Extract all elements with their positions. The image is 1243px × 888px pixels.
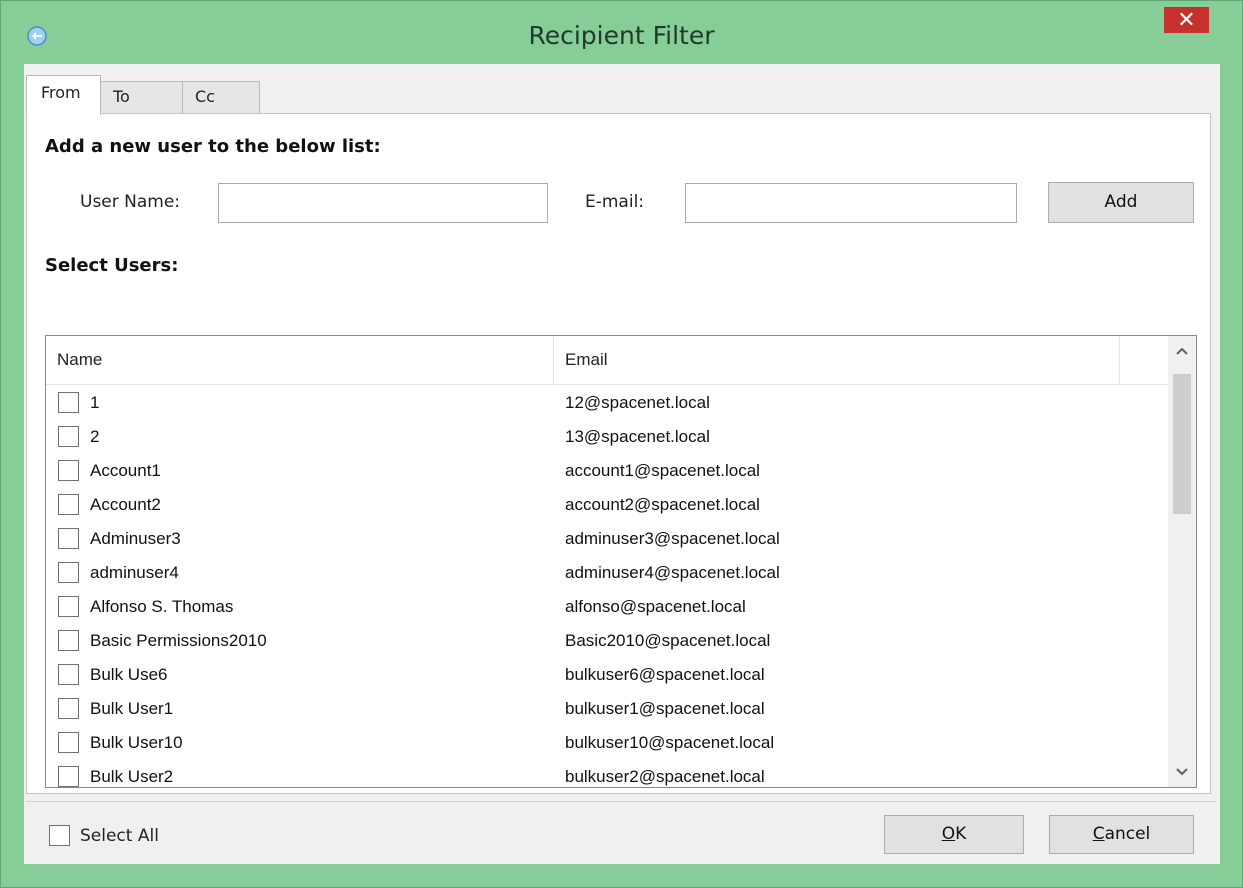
users-list: Name Email 1 12@spacenet.local 2 13@spacene… (45, 335, 1197, 788)
user-name-label: User Name: (80, 192, 181, 212)
row-email: adminuser4@spacenet.local (565, 563, 780, 582)
title-bar: Recipient Filter ✕ (1, 1, 1242, 61)
email-input[interactable] (685, 183, 1017, 223)
ok-label-rest: K (955, 824, 967, 844)
row-name: Bulk Use6 (90, 665, 168, 684)
row-name: adminuser4 (90, 563, 179, 582)
row-checkbox[interactable] (58, 426, 79, 447)
table-row[interactable]: Account1 account1@spacenet.local (46, 454, 1168, 488)
table-row[interactable]: Adminuser3 adminuser3@spacenet.local (46, 522, 1168, 556)
row-name: Bulk User10 (90, 733, 183, 752)
table-row[interactable]: adminuser4 adminuser4@spacenet.local (46, 556, 1168, 590)
row-email: account2@spacenet.local (565, 495, 760, 514)
table-row[interactable]: Basic Permissions2010 Basic2010@spacenet.… (46, 624, 1168, 658)
down-arrow-icon[interactable] (1168, 757, 1196, 787)
tab-cc[interactable]: Cc (182, 81, 260, 113)
cancel-mnemonic: C (1092, 824, 1105, 844)
table-row[interactable]: Bulk User1 bulkuser1@spacenet.local (46, 692, 1168, 726)
cancel-label-rest: ancel (1104, 824, 1151, 844)
row-checkbox[interactable] (58, 562, 79, 583)
row-email: bulkuser6@spacenet.local (565, 665, 765, 684)
window-title: Recipient Filter (528, 21, 715, 50)
row-email: account1@spacenet.local (565, 461, 760, 480)
table-row[interactable]: 2 13@spacenet.local (46, 420, 1168, 454)
row-email: adminuser3@spacenet.local (565, 529, 780, 548)
row-checkbox[interactable] (58, 732, 79, 753)
user-name-input[interactable] (218, 183, 548, 223)
row-name: Basic Permissions2010 (90, 631, 267, 650)
close-button[interactable]: ✕ (1164, 7, 1209, 33)
row-checkbox[interactable] (58, 494, 79, 515)
user-rows: 1 12@spacenet.local 2 13@spacenet.local Acco… (46, 386, 1168, 787)
vertical-scrollbar[interactable] (1168, 336, 1196, 787)
from-tab-panel: Add a new user to the below list: User N… (26, 113, 1211, 794)
table-row[interactable]: Alfonso S. Thomas alfonso@spacenet.local (46, 590, 1168, 624)
scroll-thumb[interactable] (1173, 374, 1191, 514)
row-checkbox[interactable] (58, 460, 79, 481)
row-name: Bulk User1 (90, 699, 174, 718)
recipient-filter-dialog: Recipient Filter ✕ From To Cc Add a new … (0, 0, 1243, 888)
add-button[interactable]: Add (1048, 182, 1194, 223)
up-arrow-icon[interactable] (1168, 336, 1196, 366)
row-name: 2 (90, 427, 100, 446)
select-users-heading: Select Users: (45, 255, 179, 276)
select-all-label: Select All (80, 826, 159, 846)
row-name: Alfonso S. Thomas (90, 597, 234, 616)
row-name: Account1 (90, 461, 161, 480)
dialog-client-area: From To Cc Add a new user to the below l… (24, 64, 1220, 864)
table-row[interactable]: Bulk Use6 bulkuser6@spacenet.local (46, 658, 1168, 692)
row-email: Basic2010@spacenet.local (565, 631, 771, 650)
row-email: bulkuser10@spacenet.local (565, 733, 775, 752)
list-header: Name Email (46, 336, 1168, 385)
select-all-box[interactable] (49, 825, 70, 846)
column-header-email[interactable]: Email (554, 336, 1120, 384)
table-row[interactable]: Bulk User2 bulkuser2@spacenet.local (46, 760, 1168, 787)
table-row[interactable]: 1 12@spacenet.local (46, 386, 1168, 420)
tab-to[interactable]: To (100, 81, 183, 113)
row-name: Account2 (90, 495, 161, 514)
row-email: bulkuser1@spacenet.local (565, 699, 765, 718)
row-name: Adminuser3 (90, 529, 181, 548)
row-name: 1 (90, 393, 100, 412)
tab-from[interactable]: From (26, 75, 101, 115)
add-user-heading: Add a new user to the below list: (45, 136, 381, 157)
email-label: E-mail: (585, 192, 645, 212)
table-row[interactable]: Account2 account2@spacenet.local (46, 488, 1168, 522)
ok-button[interactable]: OK (884, 815, 1024, 854)
row-checkbox[interactable] (58, 630, 79, 651)
row-checkbox[interactable] (58, 664, 79, 685)
row-email: 13@spacenet.local (565, 427, 710, 446)
row-checkbox[interactable] (58, 528, 79, 549)
row-name: Bulk User2 (90, 767, 174, 786)
row-email: bulkuser2@spacenet.local (565, 767, 765, 786)
row-checkbox[interactable] (58, 766, 79, 787)
row-checkbox[interactable] (58, 596, 79, 617)
column-header-name[interactable]: Name (46, 336, 554, 384)
row-checkbox[interactable] (58, 392, 79, 413)
table-row[interactable]: Bulk User10 bulkuser10@spacenet.local (46, 726, 1168, 760)
ok-mnemonic: O (941, 824, 956, 844)
footer-separator (26, 801, 1216, 802)
row-email: alfonso@spacenet.local (565, 597, 746, 616)
row-checkbox[interactable] (58, 698, 79, 719)
cancel-button[interactable]: Cancel (1049, 815, 1194, 854)
row-email: 12@spacenet.local (565, 393, 710, 412)
